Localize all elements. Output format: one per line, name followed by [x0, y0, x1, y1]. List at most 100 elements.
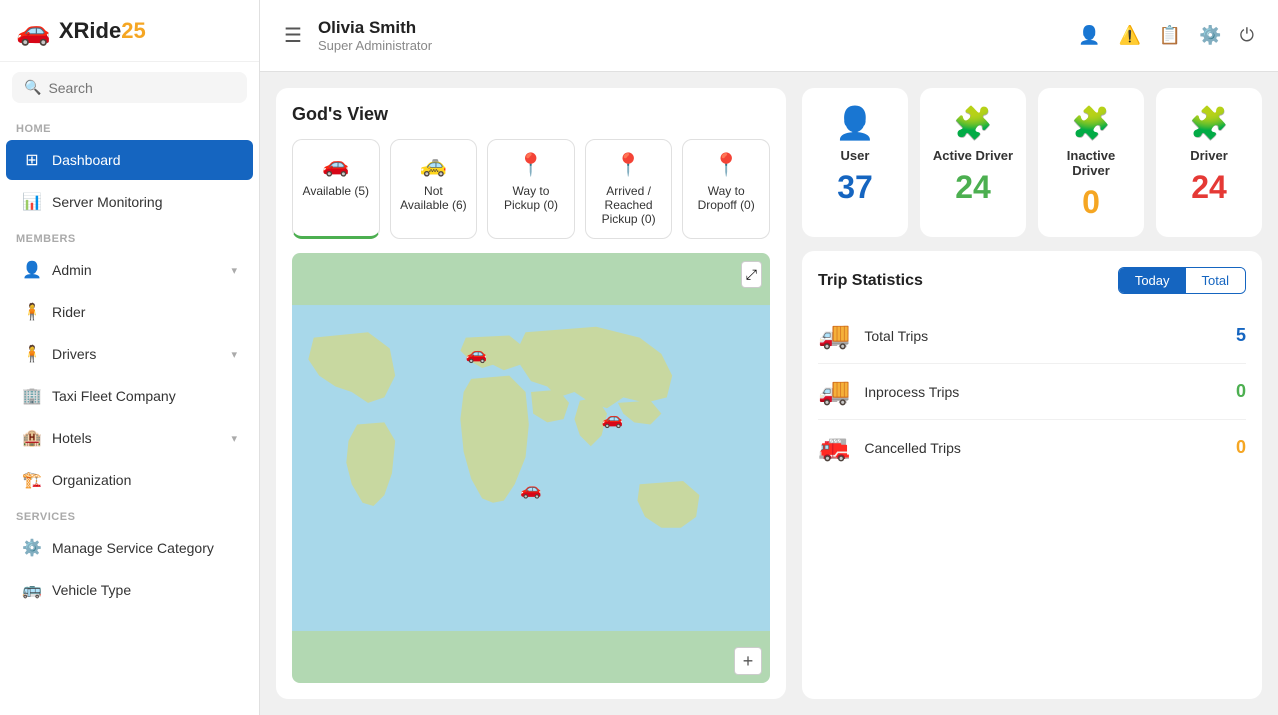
- total-trips-label: Total Trips: [864, 328, 1222, 344]
- stats-panel: 👤 User 37 🧩 Active Driver 24 🧩 Inactive …: [802, 88, 1262, 699]
- organization-icon: 🏗️: [22, 470, 42, 490]
- way-pickup-icon: 📍: [496, 152, 566, 178]
- sidebar-item-service-category[interactable]: ⚙️ Manage Service Category: [6, 528, 253, 568]
- status-card-arrived-pickup[interactable]: 📍 Arrived / Reached Pickup (0): [585, 139, 673, 239]
- nav-section-services: SERVICES: [0, 501, 259, 527]
- sidebar-item-admin[interactable]: 👤 Admin ▾: [6, 250, 253, 290]
- sidebar-item-label: Vehicle Type: [52, 582, 131, 598]
- available-car-icon: 🚗: [301, 152, 371, 178]
- logo-text: XRide25: [59, 18, 146, 44]
- cancelled-trips-label: Cancelled Trips: [864, 440, 1222, 456]
- user-role: Super Administrator: [318, 38, 432, 53]
- sidebar-item-label: Admin: [52, 262, 92, 278]
- sidebar-item-dashboard[interactable]: ⊞ Dashboard: [6, 140, 253, 180]
- sidebar-item-vehicle-type[interactable]: 🚌 Vehicle Type: [6, 570, 253, 610]
- trip-stats-panel: Trip Statistics Today Total 🚚 Total Trip…: [802, 251, 1262, 699]
- user-icon[interactable]: 👤: [1078, 25, 1100, 46]
- stat-card-active-driver[interactable]: 🧩 Active Driver 24: [920, 88, 1026, 237]
- total-trips-icon: 🚚: [818, 320, 850, 351]
- search-box[interactable]: 🔍: [12, 72, 247, 103]
- tab-today[interactable]: Today: [1119, 268, 1186, 293]
- inactive-driver-stat-label: Inactive Driver: [1050, 148, 1132, 178]
- topbar-user: Olivia Smith Super Administrator: [318, 18, 432, 53]
- sidebar-item-label: Organization: [52, 472, 131, 488]
- hamburger-icon[interactable]: ☰: [284, 23, 302, 48]
- not-available-car-icon: 🚕: [399, 152, 469, 178]
- status-card-available[interactable]: 🚗 Available (5): [292, 139, 380, 239]
- gods-view-panel: God's View 🚗 Available (5) 🚕 Not Availab…: [276, 88, 786, 699]
- svg-text:🚗: 🚗: [520, 479, 542, 499]
- gods-view-title: God's View: [292, 104, 770, 125]
- stat-cards-row: 👤 User 37 🧩 Active Driver 24 🧩 Inactive …: [802, 88, 1262, 237]
- cancelled-trips-icon: 🚒: [818, 432, 850, 463]
- server-monitoring-icon: 📊: [22, 192, 42, 212]
- content-area: God's View 🚗 Available (5) 🚕 Not Availab…: [260, 72, 1278, 715]
- inactive-driver-stat-icon: 🧩: [1071, 104, 1111, 142]
- not-available-label: Not Available (6): [399, 184, 469, 212]
- trip-item-cancelled: 🚒 Cancelled Trips 0: [818, 420, 1246, 475]
- map-fullscreen-button[interactable]: ⤢: [741, 261, 762, 288]
- active-driver-stat-value: 24: [955, 169, 991, 206]
- logo-suffix: 25: [121, 18, 145, 43]
- main-content: ☰ Olivia Smith Super Administrator 👤 ⚠️ …: [260, 0, 1278, 715]
- topbar-icons: 👤 ⚠️ 📋 ⚙️ ⏻: [1078, 25, 1254, 46]
- trip-stats-tabs: Today Total: [1118, 267, 1246, 294]
- dashboard-icon: ⊞: [22, 150, 42, 170]
- sidebar-item-drivers[interactable]: 🧍 Drivers ▾: [6, 334, 253, 374]
- chevron-down-icon: ▾: [231, 264, 237, 277]
- map-container[interactable]: 🚗 🚗 🚗 ⤢ +: [292, 253, 770, 683]
- vehicle-type-icon: 🚌: [22, 580, 42, 600]
- available-label: Available (5): [301, 184, 371, 198]
- drivers-icon: 🧍: [22, 344, 42, 364]
- chevron-down-icon: ▾: [231, 432, 237, 445]
- sidebar-item-label: Taxi Fleet Company: [52, 388, 176, 404]
- sidebar-item-hotels[interactable]: 🏨 Hotels ▾: [6, 418, 253, 458]
- status-cards: 🚗 Available (5) 🚕 Not Available (6) 📍 Wa…: [292, 139, 770, 239]
- arrived-pickup-icon: 📍: [594, 152, 664, 178]
- inactive-driver-stat-value: 0: [1082, 184, 1100, 221]
- sidebar-item-taxi-fleet[interactable]: 🏢 Taxi Fleet Company: [6, 376, 253, 416]
- status-card-way-to-pickup[interactable]: 📍 Way to Pickup (0): [487, 139, 575, 239]
- inprocess-trips-count: 0: [1236, 381, 1246, 402]
- way-pickup-label: Way to Pickup (0): [496, 184, 566, 212]
- trip-item-inprocess: 🚚 Inprocess Trips 0: [818, 364, 1246, 420]
- active-driver-stat-icon: 🧩: [953, 104, 993, 142]
- logo-icon: 🚗: [16, 14, 51, 47]
- alert-icon[interactable]: ⚠️: [1118, 25, 1140, 46]
- search-input[interactable]: [48, 80, 235, 96]
- stat-card-inactive-driver[interactable]: 🧩 Inactive Driver 0: [1038, 88, 1144, 237]
- stat-card-driver[interactable]: 🧩 Driver 24: [1156, 88, 1262, 237]
- trip-item-total: 🚚 Total Trips 5: [818, 308, 1246, 364]
- inprocess-trips-label: Inprocess Trips: [864, 384, 1222, 400]
- sidebar-item-label: Rider: [52, 304, 85, 320]
- tab-total[interactable]: Total: [1186, 268, 1245, 293]
- sidebar-item-label: Server Monitoring: [52, 194, 163, 210]
- sidebar-item-label: Manage Service Category: [52, 540, 214, 556]
- hotels-icon: 🏨: [22, 428, 42, 448]
- status-card-way-dropoff[interactable]: 📍 Way to Dropoff (0): [682, 139, 770, 239]
- sidebar: 🚗 XRide25 🔍 HOME ⊞ Dashboard 📊 Server Mo…: [0, 0, 260, 715]
- driver-stat-icon: 🧩: [1189, 104, 1229, 142]
- admin-icon: 👤: [22, 260, 42, 280]
- status-card-not-available[interactable]: 🚕 Not Available (6): [390, 139, 478, 239]
- settings-icon[interactable]: ⚙️: [1199, 25, 1221, 46]
- stat-card-user[interactable]: 👤 User 37: [802, 88, 908, 237]
- nav-section-home: HOME: [0, 113, 259, 139]
- nav-section-members: MEMBERS: [0, 223, 259, 249]
- sidebar-item-organization[interactable]: 🏗️ Organization: [6, 460, 253, 500]
- sidebar-item-server-monitoring[interactable]: 📊 Server Monitoring: [6, 182, 253, 222]
- way-dropoff-label: Way to Dropoff (0): [691, 184, 761, 212]
- notes-icon[interactable]: 📋: [1159, 25, 1181, 46]
- power-icon[interactable]: ⏻: [1240, 25, 1254, 46]
- topbar: ☰ Olivia Smith Super Administrator 👤 ⚠️ …: [260, 0, 1278, 72]
- svg-text:🚗: 🚗: [602, 409, 624, 429]
- way-dropoff-icon: 📍: [691, 152, 761, 178]
- rider-icon: 🧍: [22, 302, 42, 322]
- sidebar-item-rider[interactable]: 🧍 Rider: [6, 292, 253, 332]
- driver-stat-value: 24: [1191, 169, 1227, 206]
- map-zoom-in-button[interactable]: +: [734, 647, 762, 675]
- user-stat-icon: 👤: [835, 104, 875, 142]
- topbar-left: ☰ Olivia Smith Super Administrator: [284, 18, 432, 53]
- driver-stat-label: Driver: [1190, 148, 1228, 163]
- inprocess-trips-icon: 🚚: [818, 376, 850, 407]
